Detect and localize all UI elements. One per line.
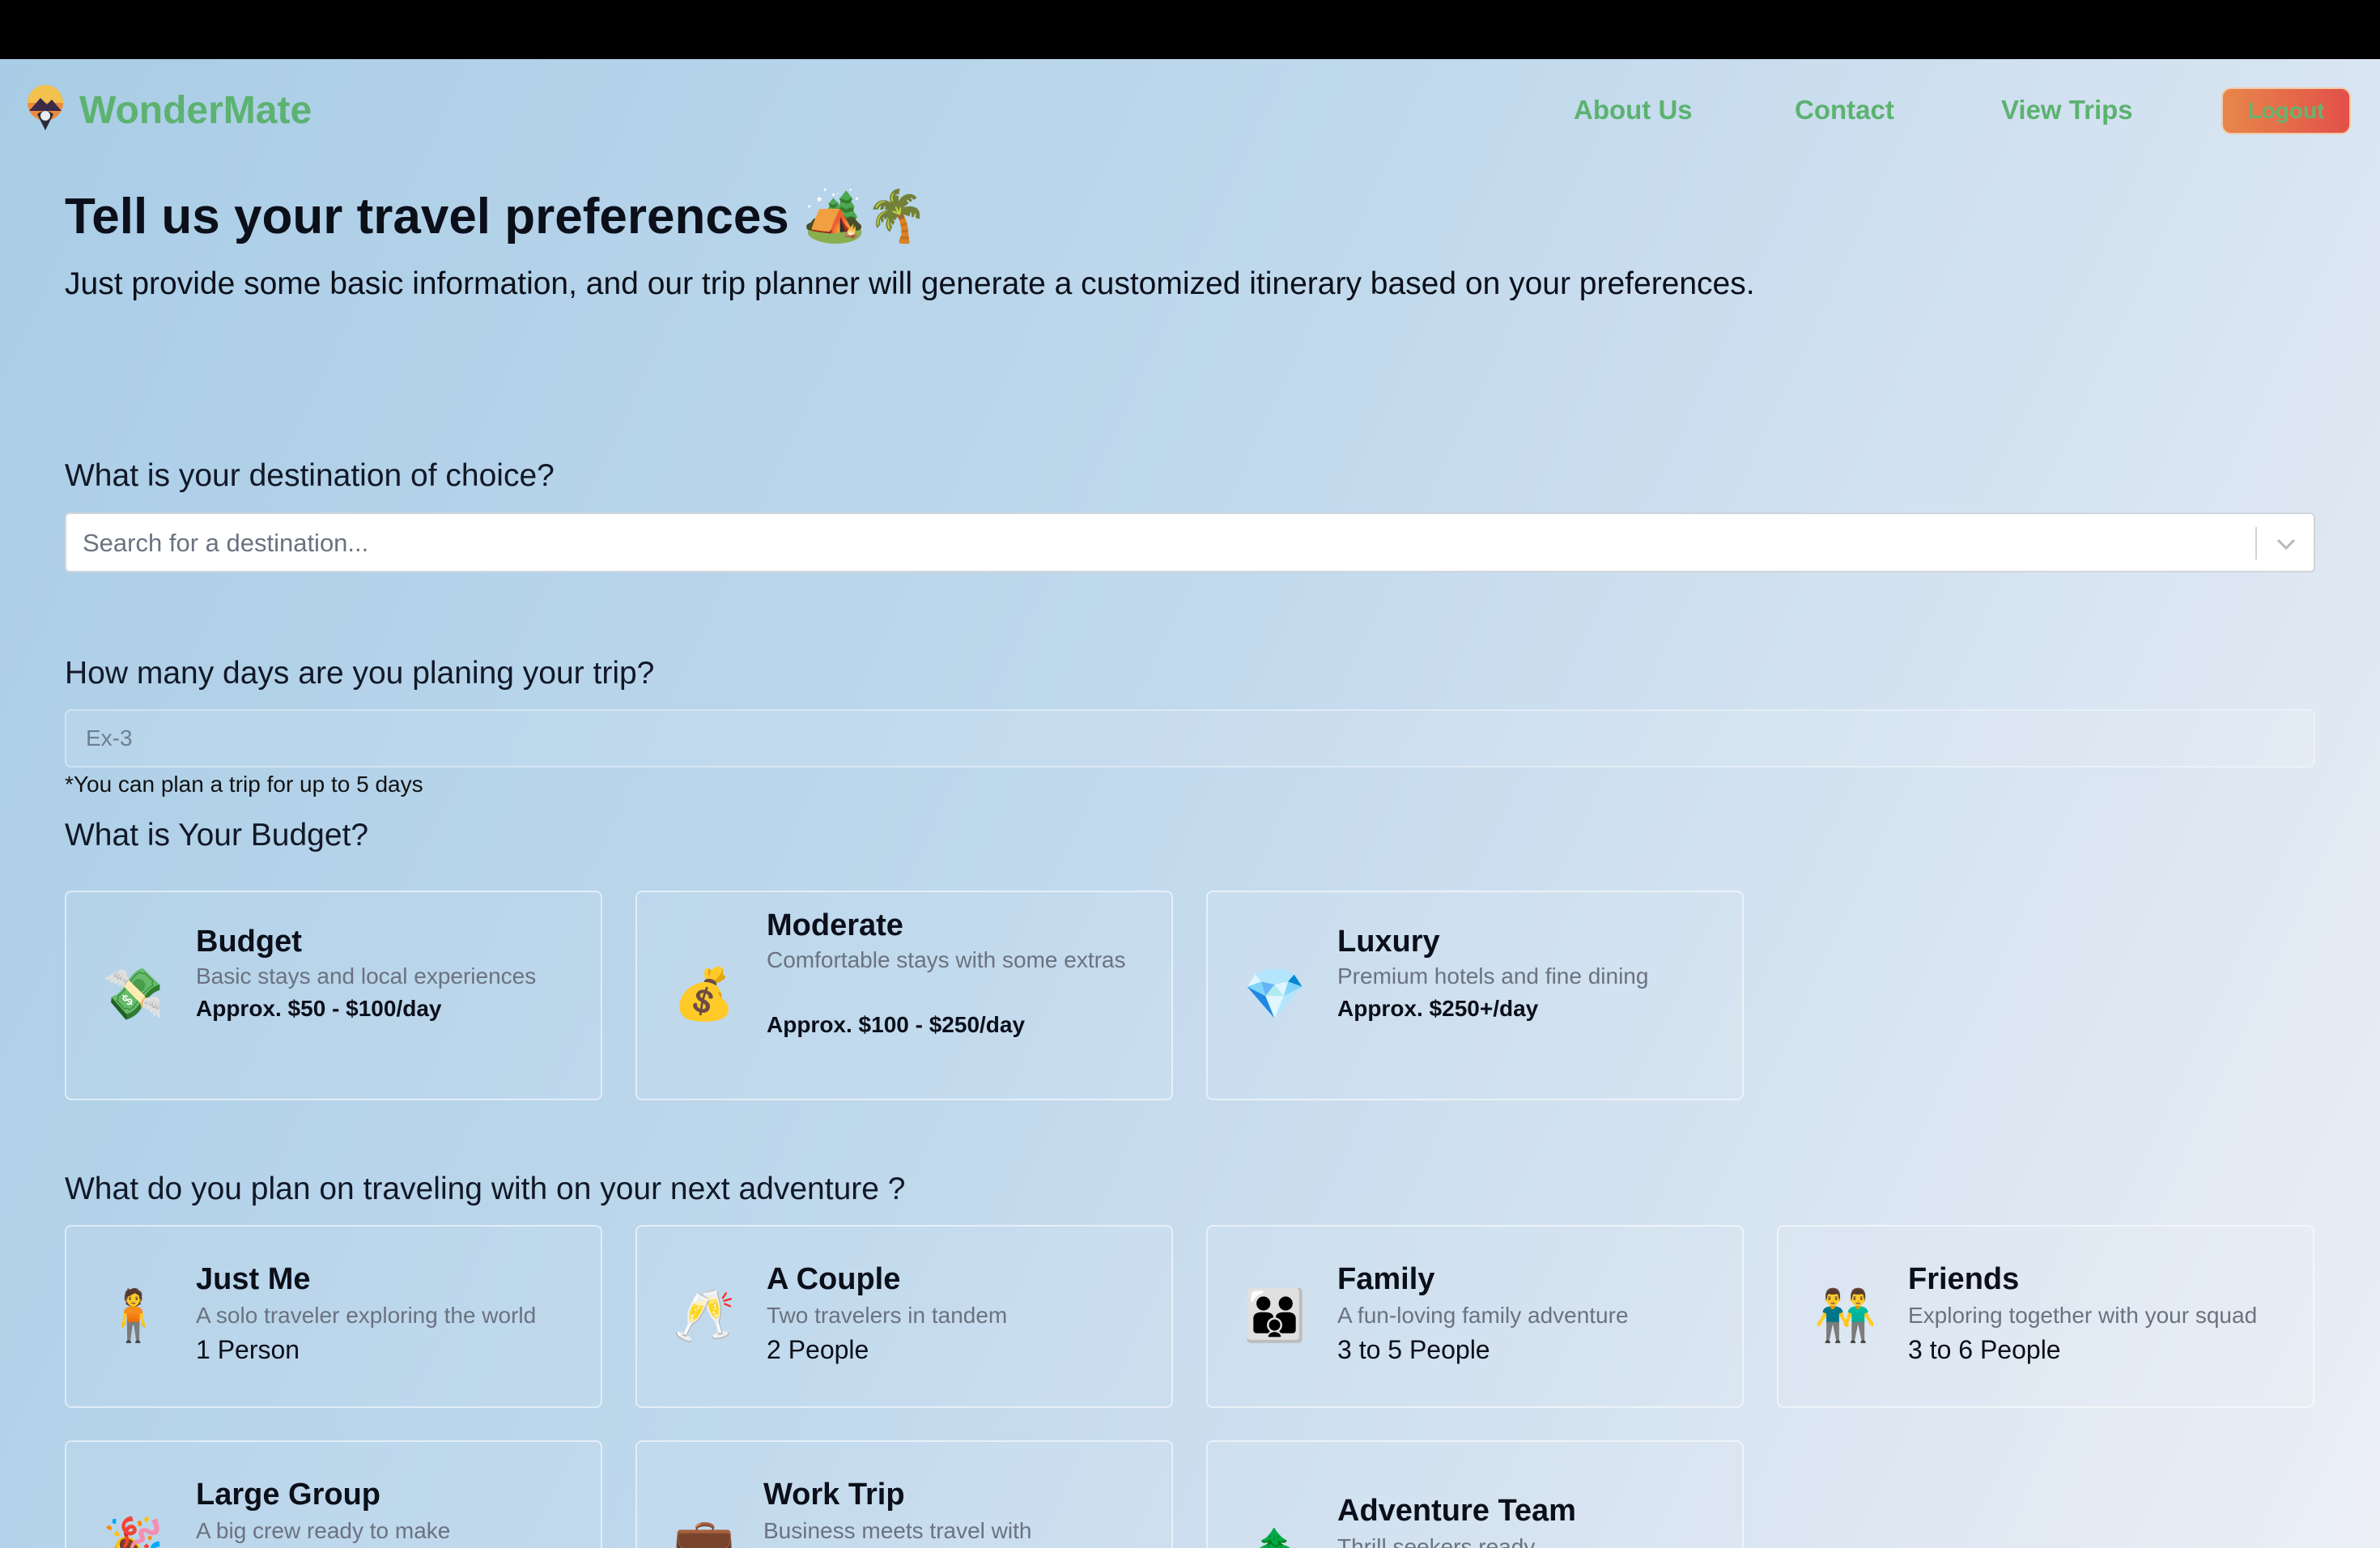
moderate-desc: Comfortable stays with some extras [767,947,1126,972]
budget-card-luxury[interactable]: 💎 Luxury Premium hotels and fine dining … [1206,891,1744,1100]
moderate-title: Moderate [767,908,903,942]
luxury-title: Luxury [1337,925,1440,959]
work-trip-desc: Business meets travel with [763,1518,1032,1543]
couple-title: A Couple [767,1262,901,1296]
friends-icon: 👬 [1814,1288,1877,1344]
adventure-team-title: Adventure Team [1337,1494,1576,1528]
family-title: Family [1337,1262,1435,1296]
family-desc: A fun-loving family adventure [1337,1303,1629,1328]
money-bag-icon: 💰 [673,967,736,1023]
traveler-card-couple[interactable]: 🥂 A Couple Two travelers in tandem 2 Peo… [635,1225,1173,1408]
just-me-people: 1 Person [196,1335,300,1364]
budget-card-moderate[interactable]: 💰 Moderate Comfortable stays with some e… [635,891,1173,1100]
days-question: How many days are you planing your trip? [65,656,655,691]
traveler-card-family[interactable]: 👪 Family A fun-loving family adventure 3… [1206,1225,1744,1408]
just-me-title: Just Me [196,1262,311,1296]
family-icon: 👪 [1243,1288,1307,1344]
friends-people: 3 to 6 People [1908,1335,2061,1364]
adventure-team-desc: Thrill seekers ready [1337,1534,1536,1548]
couple-people: 2 People [767,1335,869,1364]
budget-card-budget[interactable]: 💸 Budget Basic stays and local experienc… [65,891,602,1100]
days-hint: *You can plan a trip for up to 5 days [65,772,423,797]
chevron-down-icon[interactable] [2273,532,2299,556]
tree-icon: 🌲 [1243,1531,1306,1548]
budget-price: Approx. $50 - $100/day [196,996,442,1021]
traveler-card-adventure-team[interactable]: 🌲 Adventure Team Thrill seekers ready [1206,1440,1744,1548]
large-group-desc: A big crew ready to make [196,1518,451,1543]
clinking-glasses-icon: 🥂 [673,1288,736,1344]
briefcase-icon: 💼 [673,1516,736,1548]
work-trip-title: Work Trip [763,1478,905,1512]
just-me-desc: A solo traveler exploring the world [196,1303,537,1328]
person-standing-icon: 🧍 [102,1288,165,1344]
traveler-card-friends[interactable]: 👬 Friends Exploring together with your s… [1777,1225,2314,1408]
budget-title: Budget [196,925,302,959]
nav-about-us[interactable]: About Us [1574,95,1693,125]
destination-question: What is your destination of choice? [65,458,555,493]
destination-select[interactable]: Search for a destination... [65,512,2315,572]
large-group-title: Large Group [196,1478,381,1512]
friends-desc: Exploring together with your squad [1908,1303,2258,1328]
money-wings-icon: 💸 [102,967,165,1023]
logout-button[interactable]: Logout [2221,87,2351,134]
budget-desc: Basic stays and local experiences [196,963,537,989]
nav-contact[interactable]: Contact [1795,95,1894,125]
traveler-card-just-me[interactable]: 🧍 Just Me A solo traveler exploring the … [65,1225,602,1408]
friends-title: Friends [1908,1262,2020,1296]
gem-icon: 💎 [1243,967,1307,1023]
luxury-price: Approx. $250+/day [1337,996,1539,1021]
destination-placeholder: Search for a destination... [83,529,369,557]
budget-question: What is Your Budget? [65,818,369,853]
page-title: Tell us your travel preferences 🏕️🌴 [65,189,929,245]
party-popper-icon: 🎉 [102,1516,165,1548]
days-input[interactable] [65,709,2315,768]
traveler-card-large-group[interactable]: 🎉 Large Group A big crew ready to make [65,1440,602,1548]
brand-name[interactable]: WonderMate [79,88,312,133]
logo-icon[interactable] [23,83,68,134]
family-people: 3 to 5 People [1337,1335,1490,1364]
select-separator [2255,527,2257,559]
couple-desc: Two travelers in tandem [767,1303,1008,1328]
browser-top-bar [0,0,2380,59]
luxury-desc: Premium hotels and fine dining [1337,963,1649,989]
page: WonderMate About Us Contact View Trips L… [0,59,2380,1548]
page-subtitle: Just provide some basic information, and… [65,266,1755,301]
travelers-question: What do you plan on traveling with on yo… [65,1172,906,1206]
nav-view-trips[interactable]: View Trips [2001,95,2133,125]
traveler-card-work-trip[interactable]: 💼 Work Trip Business meets travel with [635,1440,1173,1548]
moderate-price: Approx. $100 - $250/day [767,1012,1026,1037]
